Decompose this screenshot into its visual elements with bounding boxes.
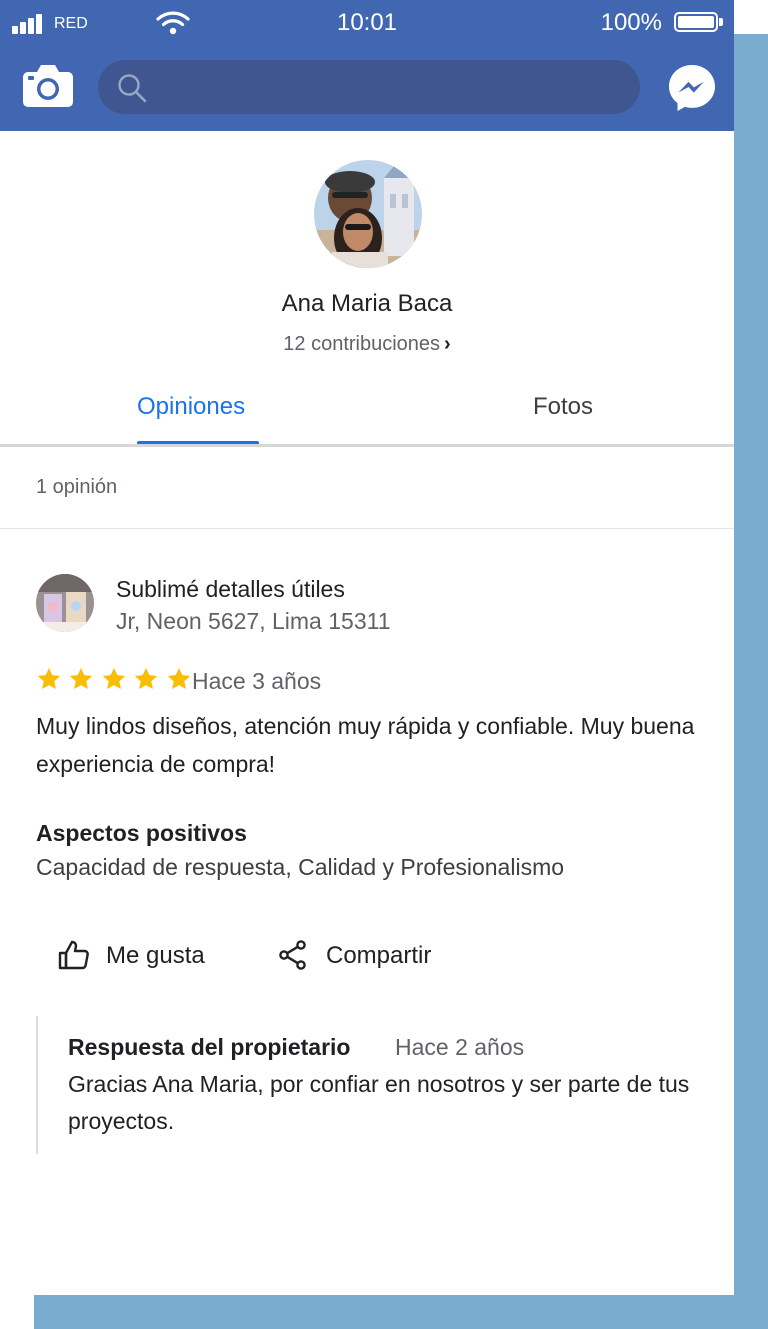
- star-icon: [37, 667, 61, 689]
- chevron-right-icon: ›: [444, 333, 451, 355]
- review-count: 1 opinión: [36, 476, 118, 498]
- place-photo: [36, 574, 94, 632]
- thumbs-up-icon: [58, 940, 89, 970]
- place-address: Jr, Neon 5627, Lima 15311: [116, 608, 391, 634]
- profile-avatar: [314, 160, 422, 268]
- contributions-label: 12 contribuciones: [283, 333, 441, 355]
- avatar-photo: [314, 160, 422, 268]
- owner-reply-time: Hace 2 años: [395, 1034, 525, 1060]
- section-divider: [0, 528, 734, 529]
- positives-text: Capacidad de respuesta, Calidad y Profes…: [36, 854, 565, 880]
- review-time: Hace 3 años: [192, 668, 322, 694]
- star-rating: [36, 666, 194, 694]
- app-bar: RED 10:01 100%: [0, 0, 734, 131]
- star-icon: [135, 667, 158, 689]
- search-bar[interactable]: [98, 60, 640, 116]
- star-icon: [167, 667, 190, 689]
- tabs-divider: [0, 444, 734, 447]
- like-label: Me gusta: [106, 942, 205, 969]
- battery-percent: 100%: [600, 9, 662, 36]
- owner-reply-text: Gracias Ana Maria, por confiar en nosotr…: [68, 1071, 690, 1134]
- review-text: Muy lindos diseños, atención muy rápida …: [36, 713, 695, 777]
- place-thumbnail[interactable]: [36, 574, 94, 632]
- messenger-icon: [669, 65, 715, 111]
- battery-tip: [719, 18, 723, 26]
- share-icon: [279, 940, 306, 970]
- contributions-link[interactable]: 12 contribuciones ›: [0, 333, 734, 356]
- positives-heading: Aspectos positivos: [36, 820, 247, 846]
- star-icon: [70, 667, 93, 689]
- profile-tabs: Opiniones Fotos: [0, 375, 734, 445]
- share-label: Compartir: [326, 942, 432, 969]
- profile-name: Ana Maria Baca: [281, 290, 453, 317]
- camera-button[interactable]: [22, 62, 74, 108]
- phone-screen: RED 10:01 100% Ana Maria Baca 12 contrib…: [0, 0, 734, 1295]
- star-icon: [102, 667, 126, 689]
- tab-opiniones[interactable]: Opiniones: [137, 393, 245, 421]
- camera-icon: [23, 65, 73, 107]
- search-input[interactable]: [158, 60, 622, 116]
- status-bar: RED 10:01 100%: [0, 0, 734, 46]
- tab-fotos[interactable]: Fotos: [533, 393, 593, 421]
- owner-reply: Respuesta del propietario Hace 2 años Gr…: [36, 1016, 718, 1154]
- place-name[interactable]: Sublimé detalles útiles: [116, 576, 345, 603]
- messenger-button[interactable]: [666, 62, 718, 114]
- owner-reply-title: Respuesta del propietario: [68, 1034, 351, 1060]
- search-icon: [118, 74, 147, 103]
- battery-icon: [674, 12, 718, 32]
